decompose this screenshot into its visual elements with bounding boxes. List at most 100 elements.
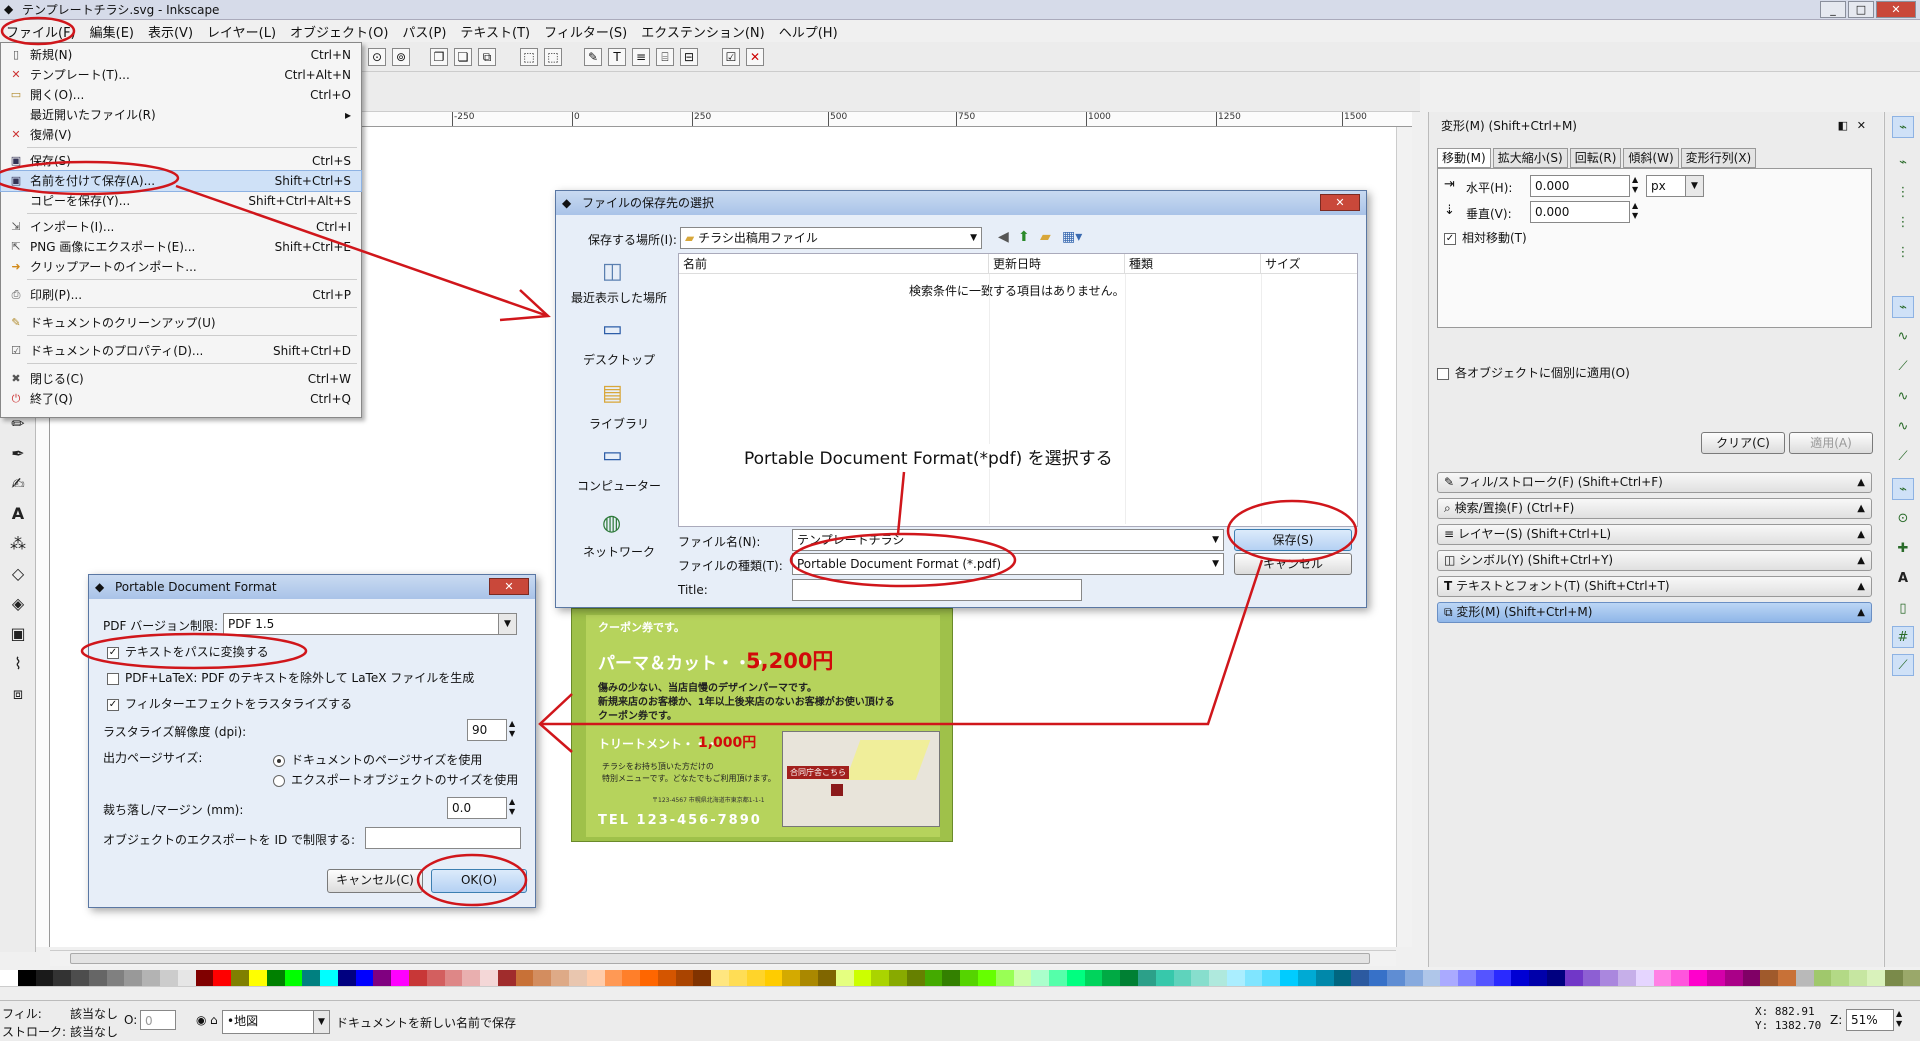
pdf-dialog-close-button[interactable]: ✕ — [489, 578, 529, 595]
color-swatch[interactable] — [391, 970, 409, 986]
color-swatch[interactable] — [1351, 970, 1370, 986]
align-icon[interactable]: ⊟ — [680, 48, 698, 66]
menu-item-open[interactable]: ▭ 開く(O)... Ctrl+O — [1, 85, 361, 105]
menu-item-print[interactable]: ⎙ 印刷(P)... Ctrl+P — [1, 285, 361, 305]
save-dialog-close-button[interactable]: ✕ — [1320, 194, 1360, 211]
chevron-down-icon[interactable]: ▼ — [970, 228, 977, 248]
color-swatch[interactable] — [1742, 970, 1761, 986]
color-swatch[interactable] — [675, 970, 694, 986]
color-swatch[interactable] — [1333, 970, 1352, 986]
menu-item-close[interactable]: ✖ 閉じる(C) Ctrl+W — [1, 369, 361, 389]
column-size[interactable]: サイズ — [1261, 254, 1357, 274]
color-swatch[interactable] — [480, 970, 498, 986]
tab-move[interactable]: 移動(M) — [1437, 148, 1491, 168]
zoom-drawing-icon[interactable]: ⊙ — [368, 48, 386, 66]
snap-cusp-icon[interactable]: ∿ — [1892, 386, 1914, 408]
vertical-scrollbar[interactable] — [1396, 127, 1412, 947]
color-swatch[interactable] — [320, 970, 338, 986]
dpi-input[interactable]: 90 — [467, 719, 507, 741]
relative-move-checkbox[interactable]: ✓ 相対移動(T) — [1444, 229, 1527, 246]
filetype-select[interactable]: Portable Document Format (*.pdf) ▼ — [792, 553, 1224, 575]
color-swatch[interactable] — [977, 970, 996, 986]
rasterize-filters-checkbox[interactable]: ✓ フィルターエフェクトをラスタライズする — [107, 695, 352, 712]
color-swatch[interactable] — [1582, 970, 1601, 986]
back-icon[interactable]: ◀ — [998, 229, 1009, 245]
color-swatch[interactable] — [1493, 970, 1512, 986]
color-swatch[interactable] — [124, 970, 143, 986]
pen-tool-icon[interactable]: ✒ — [6, 442, 30, 466]
dock-fill-stroke[interactable]: ✎ フィル/ストローク(F) (Shift+Ctrl+F) ▲ — [1437, 472, 1872, 493]
snap-bbox-midpoint-icon[interactable]: ⋮ — [1892, 242, 1914, 264]
color-swatch[interactable] — [248, 970, 267, 986]
color-swatch[interactable] — [355, 970, 374, 986]
color-swatch[interactable] — [1778, 970, 1796, 986]
color-swatch[interactable] — [88, 970, 107, 986]
color-swatch[interactable] — [1031, 970, 1050, 986]
color-swatch[interactable] — [1066, 970, 1085, 986]
menu-help[interactable]: ヘルプ(H) — [779, 22, 838, 41]
menu-text[interactable]: テキスト(T) — [460, 22, 530, 41]
color-swatch[interactable] — [889, 970, 907, 986]
title-input[interactable] — [792, 579, 1082, 601]
dropper-tool-icon[interactable]: ⌇ — [6, 652, 30, 676]
color-swatch[interactable] — [1760, 970, 1779, 986]
color-swatch[interactable] — [1084, 970, 1103, 986]
clone-icon[interactable]: ❏ — [454, 48, 472, 66]
zoom-spin-icon[interactable]: ▲ ▼ — [1896, 1009, 1902, 1029]
latex-checkbox[interactable]: PDF+LaTeX: PDF のテキストを除外して LaTeX ファイルを生成 — [107, 669, 474, 686]
fill-stroke-icon[interactable]: ✎ — [584, 48, 602, 66]
menu-view[interactable]: 表示(V) — [148, 22, 193, 41]
chevron-down-icon[interactable]: ▼ — [1212, 554, 1219, 574]
chevron-down-icon[interactable]: ▼ — [498, 614, 516, 634]
color-swatch[interactable] — [1831, 970, 1850, 986]
color-swatch[interactable] — [1209, 970, 1227, 986]
color-swatch[interactable] — [586, 970, 605, 986]
flyer-artwork[interactable]: クーポン券です。 パーマ＆カット・・・ 5,200円 傷みの少ない、当店自慢のデ… — [571, 608, 953, 842]
color-swatch[interactable] — [1191, 970, 1210, 986]
color-swatch[interactable] — [995, 970, 1014, 986]
color-swatch[interactable] — [906, 970, 925, 986]
zoom-page-icon[interactable]: ⊚ — [392, 48, 410, 66]
color-swatch[interactable] — [426, 970, 445, 986]
menu-item-import-clipart[interactable]: ➜ クリップアートのインポート... — [1, 257, 361, 277]
menu-item-quit[interactable]: ⏻ 終了(Q) Ctrl+Q — [1, 389, 361, 409]
color-swatch[interactable] — [266, 970, 285, 986]
color-swatch[interactable] — [1315, 970, 1334, 986]
tab-scale[interactable]: 拡大縮小(S) — [1492, 148, 1568, 168]
menu-item-export-png[interactable]: ⇱ PNG 画像にエクスポート(E)... Shift+Ctrl+E — [1, 237, 361, 257]
color-swatch[interactable] — [657, 970, 676, 986]
duplicate-icon[interactable]: ❐ — [430, 48, 448, 66]
unit-select[interactable]: px ▼ — [1646, 175, 1704, 197]
snap-text-baseline-icon[interactable]: A — [1892, 568, 1914, 590]
color-swatch[interactable] — [284, 970, 303, 986]
color-swatch[interactable] — [551, 970, 569, 986]
text-to-path-checkbox[interactable]: ✓ テキストをパスに変換する — [107, 643, 269, 660]
color-swatch[interactable] — [960, 970, 978, 986]
color-swatch[interactable] — [817, 970, 836, 986]
color-swatch[interactable] — [444, 970, 463, 986]
tab-rotate[interactable]: 回転(R) — [1569, 148, 1622, 168]
color-swatch[interactable] — [53, 970, 72, 986]
place-desktop[interactable]: デスクトップ — [564, 351, 674, 368]
color-swatch[interactable] — [1102, 970, 1121, 986]
spray-tool-icon[interactable]: ⁂ — [6, 532, 30, 556]
dock-transform[interactable]: ⧉ 変形(M) (Shift+Ctrl+M) ▲ — [1437, 602, 1872, 623]
color-swatch[interactable] — [1707, 970, 1725, 986]
preferences-icon[interactable]: ☑ — [722, 48, 740, 66]
color-swatch[interactable] — [1564, 970, 1583, 986]
color-swatch[interactable] — [853, 970, 872, 986]
color-swatch[interactable] — [1244, 970, 1263, 986]
color-swatch[interactable] — [106, 970, 125, 986]
dock-symbols[interactable]: ◫ シンボル(Y) (Shift+Ctrl+Y) ▲ — [1437, 550, 1872, 571]
color-swatch[interactable] — [924, 970, 943, 986]
layers-icon[interactable]: ≡ — [632, 48, 650, 66]
color-swatch[interactable] — [1226, 970, 1245, 986]
color-swatch[interactable] — [569, 970, 587, 986]
color-swatch[interactable] — [764, 970, 783, 986]
snap-intersection-icon[interactable]: ⟋ — [1892, 356, 1914, 378]
palette-scrollbar[interactable] — [0, 986, 1920, 1000]
tab-skew[interactable]: 傾斜(W) — [1623, 148, 1679, 168]
color-swatch[interactable] — [942, 970, 961, 986]
pdf-cancel-button[interactable]: キャンセル(C) — [327, 869, 423, 893]
color-palette[interactable] — [0, 970, 1920, 986]
